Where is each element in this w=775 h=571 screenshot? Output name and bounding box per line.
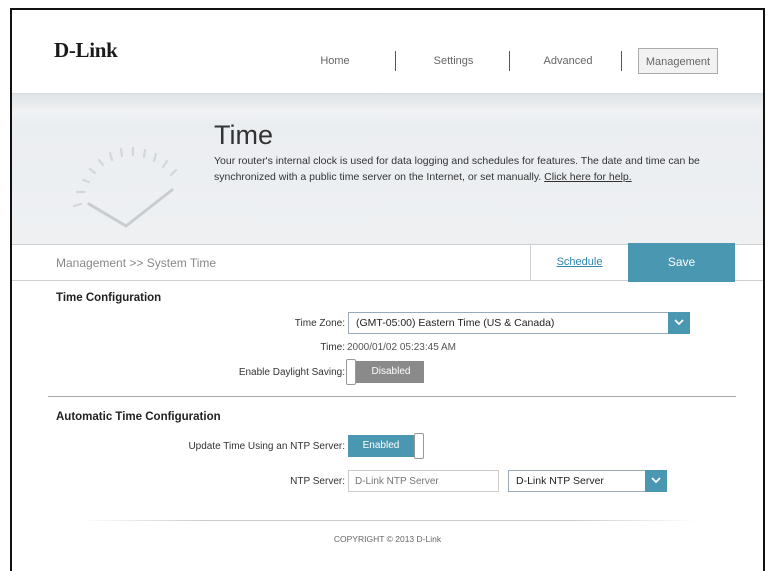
breadcrumb: Management >> System Time [56, 256, 217, 270]
ntp-server-label: NTP Server: [290, 476, 345, 487]
chevron-down-icon[interactable] [668, 312, 690, 334]
nav-settings[interactable]: Settings [416, 48, 491, 74]
help-link[interactable]: Click here for help. [544, 171, 632, 183]
copyright-text: COPYRIGHT © 2013 D-Link [333, 534, 442, 544]
chevron-down-icon[interactable] [645, 470, 667, 492]
daylight-saving-toggle[interactable]: Disabled [346, 359, 424, 385]
toggle-knob[interactable] [414, 433, 424, 459]
daylight-saving-state: Disabled [348, 361, 424, 383]
breadcrumb-bar: Management >> System Time Schedule Save [12, 243, 763, 282]
section-divider [48, 396, 736, 397]
nav-advanced[interactable]: Advanced [528, 48, 608, 74]
nav-divider [621, 51, 622, 71]
timezone-label: Time Zone: [294, 318, 345, 329]
main-nav: Home Settings Advanced Management [12, 48, 763, 74]
router-admin-page: D-Link Home Settings Advanced Management [10, 8, 765, 571]
footer-divider [80, 520, 698, 521]
section-title-time-config: Time Configuration [56, 292, 162, 304]
daylight-saving-label: Enable Daylight Saving: [238, 367, 345, 378]
ntp-update-toggle[interactable]: Enabled [348, 433, 424, 459]
save-button[interactable]: Save [628, 243, 735, 282]
nav-management[interactable]: Management [638, 48, 718, 74]
clock-icon [72, 146, 178, 228]
time-label: Time: [320, 342, 345, 353]
timezone-value: (GMT-05:00) Eastern Time (US & Canada) [356, 317, 555, 329]
schedule-link[interactable]: Schedule [530, 245, 628, 280]
current-time-value: 2000/01/02 05:23:45 AM [347, 342, 456, 353]
page-banner: Time Your router's internal clock is use… [12, 93, 763, 244]
nav-home[interactable]: Home [300, 48, 370, 74]
section-title-auto-time: Automatic Time Configuration [56, 411, 221, 423]
toggle-knob[interactable] [346, 359, 356, 385]
timezone-select[interactable]: (GMT-05:00) Eastern Time (US & Canada) [348, 312, 690, 334]
page-description: Your router's internal clock is used for… [214, 155, 700, 183]
ntp-server-select[interactable]: D-Link NTP Server [508, 470, 667, 492]
nav-divider [395, 51, 396, 71]
ntp-server-input[interactable] [348, 470, 499, 492]
ntp-update-state: Enabled [348, 435, 424, 457]
ntp-update-label: Update Time Using an NTP Server: [188, 441, 345, 452]
page-title: Time [214, 120, 273, 150]
ntp-server-select-value: D-Link NTP Server [516, 475, 604, 487]
nav-divider [509, 51, 510, 71]
